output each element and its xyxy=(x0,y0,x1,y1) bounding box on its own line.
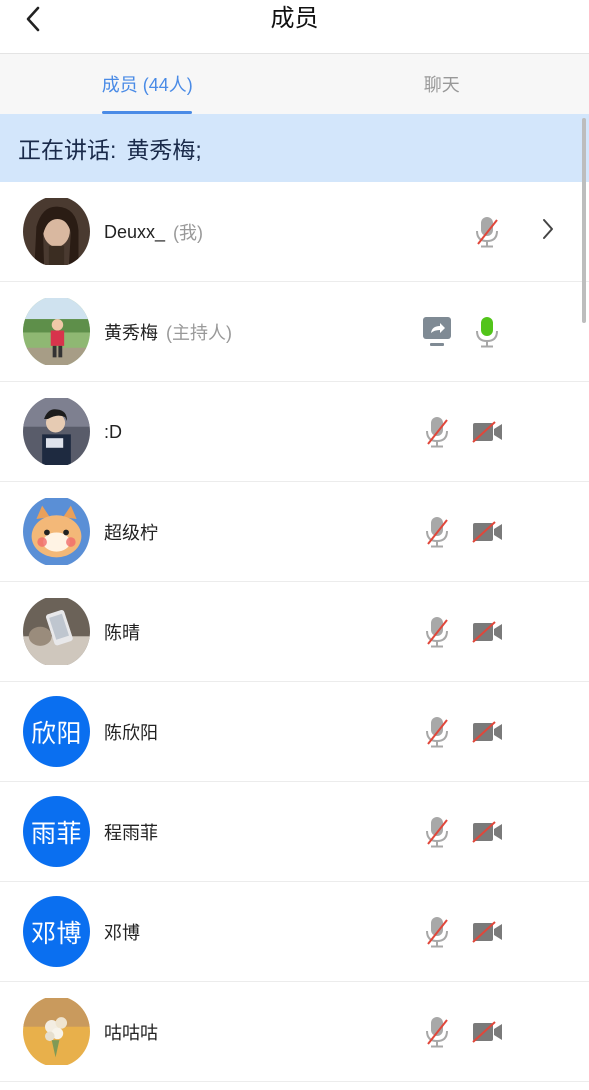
member-name-group: 超级柠 xyxy=(104,482,158,582)
member-name-group: 黄秀梅 (主持人) xyxy=(104,282,232,382)
member-name: Deuxx_ xyxy=(104,221,166,242)
video-off-icon[interactable] xyxy=(471,515,505,549)
member-row[interactable]: 邓博 邓博 xyxy=(0,882,589,982)
member-name: 陈晴 xyxy=(104,623,140,643)
tab-chat-label: 聊天 xyxy=(423,75,460,95)
mic-muted-icon[interactable] xyxy=(420,515,454,549)
cat-photo xyxy=(23,496,90,567)
member-role: (我) xyxy=(173,223,204,243)
member-name-group: 邓博 xyxy=(104,882,140,982)
mic-muted-icon[interactable] xyxy=(420,615,454,649)
avatar xyxy=(23,396,90,467)
member-row[interactable]: 咕咕咕 xyxy=(0,982,589,1082)
mic-muted-icon[interactable] xyxy=(420,815,454,849)
member-name-group: :D xyxy=(104,382,122,482)
video-off-icon[interactable] xyxy=(471,1015,505,1049)
tab-members[interactable]: 成员 (44人) xyxy=(0,54,295,114)
member-role: (主持人) xyxy=(166,323,232,343)
member-name: 黄秀梅 xyxy=(104,323,158,343)
avatar: 邓博 xyxy=(23,896,90,967)
member-name: 邓博 xyxy=(104,923,140,943)
member-name-group: Deuxx_ (我) xyxy=(104,182,203,282)
mic-muted-icon[interactable] xyxy=(420,415,454,449)
speaking-name: 黄秀梅; xyxy=(126,137,202,163)
avatar xyxy=(23,196,90,267)
member-row[interactable]: Deuxx_ (我) xyxy=(0,182,589,282)
video-off-icon[interactable] xyxy=(471,715,505,749)
person-indoor-photo xyxy=(23,396,90,467)
flowers-photo xyxy=(23,996,90,1067)
member-name: 陈欣阳 xyxy=(104,723,158,743)
avatar xyxy=(23,496,90,567)
avatar xyxy=(23,596,90,667)
avatar xyxy=(23,996,90,1067)
member-list: Deuxx_ (我) 黄秀梅 (主持人) :D 超级柠 陈晴 欣阳 陈欣阳 雨菲… xyxy=(0,182,589,1082)
mic-muted-icon[interactable] xyxy=(420,715,454,749)
member-row[interactable]: 雨菲 程雨菲 xyxy=(0,782,589,882)
member-name: 程雨菲 xyxy=(104,823,158,843)
member-row[interactable]: 陈晴 xyxy=(0,582,589,682)
member-name: 咕咕咕 xyxy=(104,1023,158,1043)
screen-share-icon[interactable] xyxy=(420,315,454,349)
member-row[interactable]: 超级柠 xyxy=(0,482,589,582)
video-off-icon[interactable] xyxy=(471,615,505,649)
speaking-prefix: 正在讲话: xyxy=(18,137,117,163)
member-row[interactable]: :D xyxy=(0,382,589,482)
speaking-banner: 正在讲话: 黄秀梅; xyxy=(0,114,589,182)
video-off-icon[interactable] xyxy=(471,415,505,449)
avatar: 欣阳 xyxy=(23,696,90,767)
chevron-right-icon[interactable] xyxy=(541,218,561,246)
tab-bar: 成员 (44人) 聊天 xyxy=(0,54,589,114)
child-outdoor-photo xyxy=(23,296,90,367)
phone-hand-photo xyxy=(23,596,90,667)
scrollbar[interactable] xyxy=(582,118,586,323)
member-name-group: 咕咕咕 xyxy=(104,982,158,1082)
avatar-initials: 欣阳 xyxy=(30,719,82,748)
top-bar: 成员 xyxy=(0,0,589,54)
page-title: 成员 xyxy=(270,5,319,32)
mic-muted-icon[interactable] xyxy=(420,915,454,949)
avatar xyxy=(23,296,90,367)
member-name: 超级柠 xyxy=(104,523,158,543)
member-name-group: 陈晴 xyxy=(104,582,140,682)
mic-active-icon[interactable] xyxy=(470,315,504,349)
video-off-icon[interactable] xyxy=(471,915,505,949)
avatar: 雨菲 xyxy=(23,796,90,867)
avatar-initials: 邓博 xyxy=(30,919,82,948)
video-off-icon[interactable] xyxy=(471,815,505,849)
member-name-group: 陈欣阳 xyxy=(104,682,158,782)
tab-members-label: 成员 (44人) xyxy=(101,75,193,95)
mic-muted-icon[interactable] xyxy=(470,215,504,249)
tab-chat[interactable]: 聊天 xyxy=(295,54,589,114)
member-name: :D xyxy=(104,421,122,442)
avatar-initials: 雨菲 xyxy=(30,819,82,848)
member-row[interactable]: 黄秀梅 (主持人) xyxy=(0,282,589,382)
mic-muted-icon[interactable] xyxy=(420,1015,454,1049)
app-root: 成员 成员 (44人) 聊天 正在讲话: 黄秀梅; Deuxx_ (我) 黄秀梅 (… xyxy=(0,0,589,1090)
member-row[interactable]: 欣阳 陈欣阳 xyxy=(0,682,589,782)
member-name-group: 程雨菲 xyxy=(104,782,158,882)
girl-portrait-photo xyxy=(23,196,90,267)
